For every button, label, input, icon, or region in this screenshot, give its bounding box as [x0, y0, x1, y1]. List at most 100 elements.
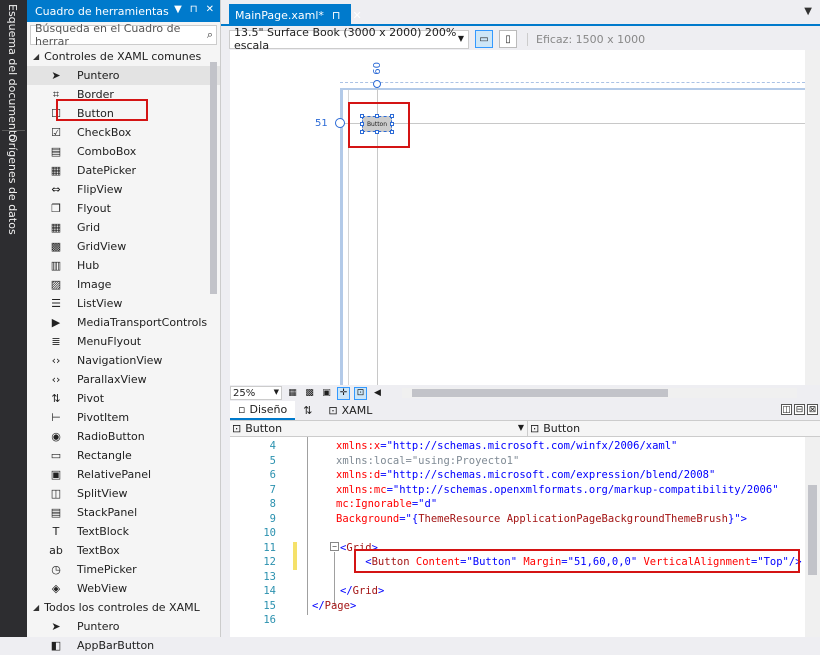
- toolbox-item-textblock[interactable]: T TextBlock: [27, 522, 220, 541]
- toolbox-item-puntero[interactable]: ➤ Puntero: [27, 66, 220, 85]
- toolbox-item-menuflyout[interactable]: ≣ MenuFlyout: [27, 332, 220, 351]
- toolbox-item-radiobutton[interactable]: ◉ RadioButton: [27, 427, 220, 446]
- element-icon: ⊡: [530, 422, 540, 435]
- vertical-split-icon[interactable]: ◫: [781, 404, 792, 415]
- toolbox-item-label: ParallaxView: [77, 373, 147, 386]
- code-token: Page: [324, 599, 350, 612]
- toggle-grid-button[interactable]: ▩: [303, 387, 316, 400]
- toolbox-item-parallaxview[interactable]: ‹› ParallaxView: [27, 370, 220, 389]
- toolbox-item-image[interactable]: ▨ Image: [27, 275, 220, 294]
- element-selector-left[interactable]: ⊡ Button ▼: [230, 421, 528, 436]
- code-line: 4 xmlns:x="http://schemas.microsoft.com/w…: [230, 440, 805, 455]
- toolbox-item-stackpanel[interactable]: ▤ StackPanel: [27, 503, 220, 522]
- chevron-down-icon: ▼: [273, 388, 279, 396]
- zoom-selector[interactable]: 25% ▼: [230, 386, 282, 400]
- element-selector-right[interactable]: ⊡ Button: [528, 421, 818, 436]
- side-tab-document-outline[interactable]: Esquema del documento: [6, 4, 19, 141]
- design-vertical-scrollbar[interactable]: [805, 50, 820, 385]
- landscape-orientation-button[interactable]: ▭: [475, 30, 493, 48]
- editor-vertical-scrollbar[interactable]: [805, 437, 820, 637]
- snap-button[interactable]: ✛: [337, 386, 350, 400]
- code-line: 14 </Grid>: [230, 585, 805, 600]
- tab-mainpage-xaml[interactable]: MainPage.xaml* ⊓ ✕: [229, 4, 362, 26]
- toolbox-item-hub[interactable]: ▥ Hub: [27, 256, 220, 275]
- code-line: 7 xmlns:mc="http://schemas.openxmlformats…: [230, 484, 805, 499]
- toolbox-item-combobox[interactable]: ▤ ComboBox: [27, 142, 220, 161]
- code-token: >: [377, 585, 385, 597]
- scrollbar-thumb[interactable]: [808, 485, 817, 575]
- toolbox-pin-icon[interactable]: ⊓: [190, 4, 198, 15]
- toolbox-item-flyout[interactable]: ❐ Flyout: [27, 199, 220, 218]
- toolbox-item-label: StackPanel: [77, 506, 138, 519]
- toolbox-dropdown-icon[interactable]: ▼: [174, 4, 182, 15]
- grid-icon: ▦: [50, 221, 62, 234]
- toolbox-item-label: GridView: [77, 240, 127, 253]
- toolbox-item-appbarbutton[interactable]: ◧ AppBarButton: [27, 636, 220, 655]
- pivotitem-icon: ⊢: [51, 411, 61, 424]
- effects-button[interactable]: ▣: [320, 387, 333, 400]
- toolbox-scrollbar[interactable]: [210, 62, 217, 294]
- tab-xaml[interactable]: ⊡ XAML: [320, 401, 380, 420]
- toolbox-item-label: Puntero: [77, 620, 120, 633]
- toolbox-item-textbox[interactable]: ab TextBox: [27, 541, 220, 560]
- toolbox-item-puntero[interactable]: ➤ Puntero: [27, 617, 220, 636]
- toolbox-item-grid[interactable]: ▦ Grid: [27, 218, 220, 237]
- zoom-value: 25%: [233, 387, 256, 399]
- toolbox-group-header[interactable]: ◢ Todos los controles de XAML: [27, 598, 220, 617]
- toolbox-item-checkbox[interactable]: ☑ CheckBox: [27, 123, 220, 142]
- scroll-left-icon[interactable]: ◀: [371, 387, 384, 400]
- side-tab-separator: [2, 130, 25, 131]
- toolbox-item-flipview[interactable]: ⇔ FlipView: [27, 180, 220, 199]
- effective-size-label: Eficaz: 1500 x 1000: [527, 32, 645, 46]
- toolbox-item-relativepanel[interactable]: ▣ RelativePanel: [27, 465, 220, 484]
- horizontal-split-icon[interactable]: ⊟: [794, 404, 805, 415]
- toolbox-item-pivot[interactable]: ⇅ Pivot: [27, 389, 220, 408]
- chevron-down-icon[interactable]: ▼: [804, 6, 812, 17]
- scrollbar-thumb[interactable]: [412, 389, 668, 397]
- toolbox-item-mediatransportcontrols[interactable]: ▶ MediaTransportControls: [27, 313, 220, 332]
- tab-design[interactable]: ▫ Diseño: [230, 401, 296, 420]
- collapse-pane-icon[interactable]: ⊠: [807, 404, 818, 415]
- toolbox-item-navigationview[interactable]: ‹› NavigationView: [27, 351, 220, 370]
- design-horizontal-scrollbar[interactable]: [402, 388, 797, 398]
- toolbox-group-header[interactable]: ◢ Controles de XAML comunes: [27, 47, 220, 66]
- design-canvas[interactable]: 60 51 Button: [230, 50, 805, 385]
- toolbox-item-webview[interactable]: ◈ WebView: [27, 579, 220, 598]
- expand-triangle-icon[interactable]: ◢: [33, 52, 39, 61]
- snap-to-gridlines-button[interactable]: ⊡: [354, 386, 367, 400]
- close-icon[interactable]: ✕: [353, 9, 362, 22]
- pointer-icon: ➤: [51, 620, 61, 633]
- toolbox-search-input[interactable]: Búsqueda en el Cuadro de herrar ⌕: [30, 22, 217, 48]
- toolbox-item-timepicker[interactable]: ◷ TimePicker: [27, 560, 220, 579]
- pivot-icon: ⇅: [51, 392, 61, 405]
- page-top-guide: [340, 82, 805, 83]
- code-navigation-bar: ⊡ Button ▼ ⊡ Button: [230, 420, 820, 437]
- toolbox-close-icon[interactable]: ✕: [206, 4, 214, 15]
- pin-icon[interactable]: ⊓: [332, 9, 341, 22]
- xaml-code-editor[interactable]: − 4 xmlns:x="http://schemas.microsoft.com…: [230, 437, 805, 637]
- code-text: xmlns:mc="http://schemas.openxmlformats.…: [336, 484, 779, 496]
- menuflyout-icon: ≣: [51, 335, 61, 348]
- toolbox-item-splitview[interactable]: ◫ SplitView: [27, 484, 220, 503]
- code-token: ="http://schemas.microsoft.com/expressio…: [380, 469, 716, 481]
- toolbox-item-rectangle[interactable]: ▭ Rectangle: [27, 446, 220, 465]
- search-icon[interactable]: ⌕: [207, 28, 213, 42]
- show-grid-button[interactable]: ▦: [286, 387, 299, 400]
- expand-triangle-icon[interactable]: ◢: [33, 603, 39, 612]
- media-controls-icon: ▶: [51, 316, 61, 329]
- side-tab-data-sources[interactable]: Orígenes de datos: [6, 134, 19, 235]
- toolbox-item-datepicker[interactable]: ▦ DatePicker: [27, 161, 220, 180]
- left-anchor-icon[interactable]: [335, 118, 345, 128]
- code-text: </Grid>: [340, 585, 384, 597]
- toolbox-item-pivotitem[interactable]: ⊢ PivotItem: [27, 408, 220, 427]
- toolbox-item-listview[interactable]: ☰ ListView: [27, 294, 220, 313]
- highlight-box-button-tool: [56, 99, 148, 121]
- line-number: 9: [269, 512, 276, 525]
- swap-panes-button[interactable]: ⇅: [295, 401, 320, 420]
- portrait-orientation-button[interactable]: ▯: [499, 30, 517, 48]
- device-selector[interactable]: 13.5" Surface Book (3000 x 2000) 200% es…: [229, 26, 469, 52]
- top-anchor-icon[interactable]: [373, 80, 381, 88]
- toolbox-item-gridview[interactable]: ▩ GridView: [27, 237, 220, 256]
- flyout-icon: ❐: [51, 202, 61, 215]
- design-icon: ▫: [238, 403, 246, 416]
